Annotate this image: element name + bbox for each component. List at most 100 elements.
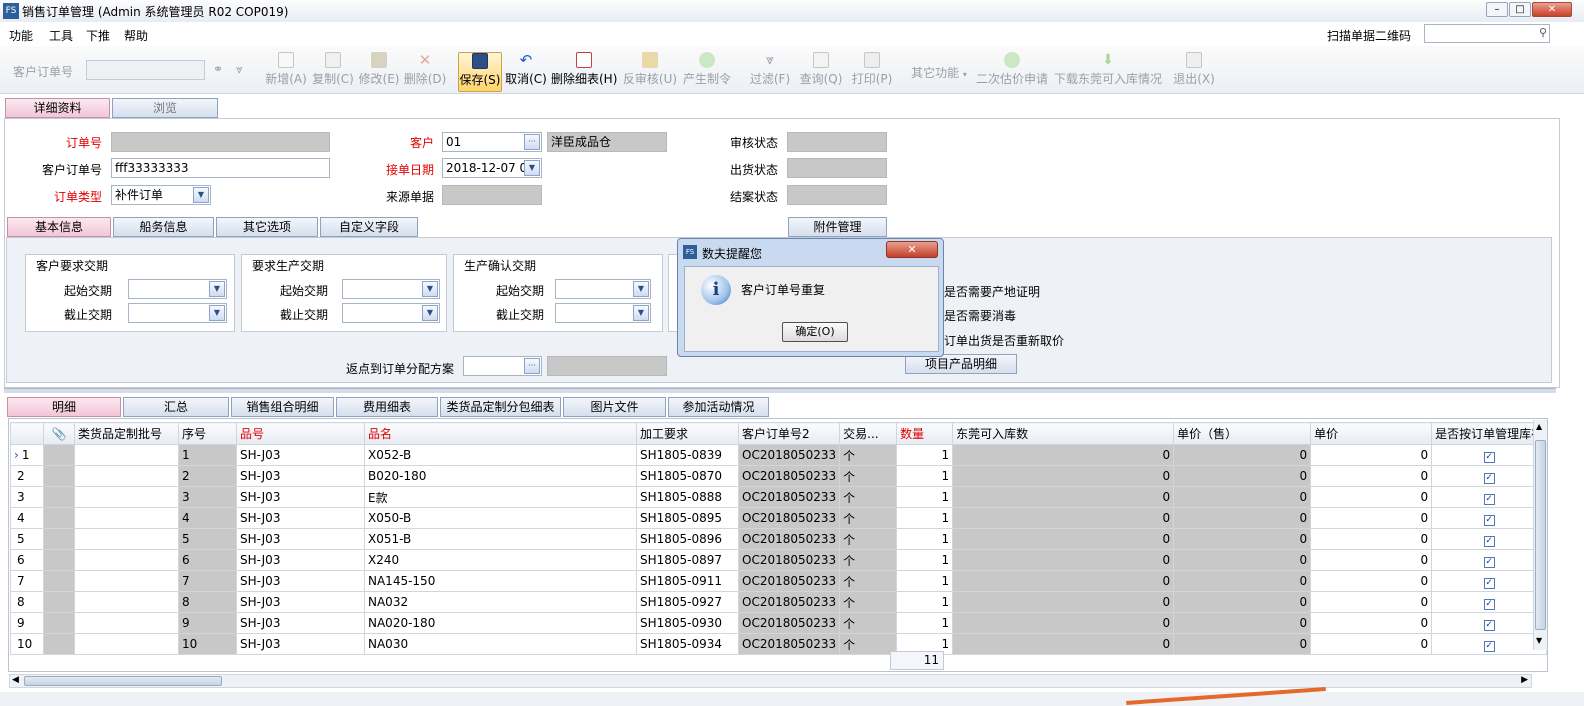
- cell-item-no[interactable]: SH-J03: [236, 486, 365, 508]
- customer-order-search-input[interactable]: [86, 60, 205, 80]
- chevron-down-icon[interactable]: ▼: [633, 305, 649, 321]
- end-date-field[interactable]: ▼: [555, 303, 651, 323]
- cell-seq[interactable]: 8: [178, 591, 237, 613]
- cell-batch[interactable]: [74, 591, 179, 613]
- tab-custom-subpack[interactable]: 类货品定制分包细表: [440, 397, 561, 417]
- tab-summary[interactable]: 汇总: [123, 397, 229, 417]
- cell-trade-unit[interactable]: 个: [839, 444, 898, 466]
- cell-batch[interactable]: [74, 528, 179, 550]
- cell-trade-unit[interactable]: 个: [839, 549, 898, 571]
- check-reprice-label[interactable]: 订单出货是否重新取价: [944, 332, 1064, 349]
- col-header-cust-order2[interactable]: 客户订单号2: [737, 422, 841, 445]
- start-date-field[interactable]: ▼: [128, 279, 227, 299]
- col-header-batch[interactable]: 类货品定制批号: [74, 422, 179, 445]
- cell-cust-order2[interactable]: OC2018050233: [737, 444, 841, 466]
- check-disinfect-label[interactable]: 是否需要消毒: [944, 307, 1016, 324]
- minimize-button[interactable]: –: [1486, 2, 1508, 17]
- cell-attachment[interactable]: [43, 612, 75, 634]
- col-header-order-stock[interactable]: 是否按订单管理库存: [1431, 422, 1548, 445]
- cell-order-stock[interactable]: ✓: [1431, 486, 1548, 508]
- col-header-processing[interactable]: 加工要求: [636, 422, 739, 445]
- cell-cust-order2[interactable]: OC2018050233: [737, 612, 841, 634]
- cell-sale-price[interactable]: 0: [1173, 612, 1312, 634]
- cell-sale-price[interactable]: 0: [1173, 507, 1312, 529]
- print-button[interactable]: 打印(P): [847, 52, 897, 92]
- project-products-button[interactable]: 项目产品明细: [905, 354, 1017, 374]
- cell-dg-stock[interactable]: 0: [952, 528, 1175, 550]
- cell-cust-order2[interactable]: OC2018050233: [737, 465, 841, 487]
- cell-sale-price[interactable]: 0: [1173, 444, 1312, 466]
- cell-item-name[interactable]: X050-B: [364, 507, 637, 529]
- table-row[interactable]: 2 2 SH-J03 B020-180 SH1805-0870 OC2018050233 个…: [10, 465, 1548, 487]
- download-dongguan-button[interactable]: ⬇ 下载东莞可入库情况: [1053, 52, 1163, 92]
- other-functions-button[interactable]: 其它功能 ▾: [906, 64, 972, 84]
- save-button[interactable]: 保存(S): [458, 52, 502, 92]
- search-icon[interactable]: ⚲: [1539, 26, 1547, 39]
- cell-seq[interactable]: 10: [178, 633, 237, 655]
- ellipsis-icon[interactable]: ···: [524, 134, 540, 150]
- chevron-down-icon[interactable]: ▼: [209, 305, 225, 321]
- cell-trade-unit[interactable]: 个: [839, 528, 898, 550]
- cell-item-no[interactable]: SH-J03: [236, 612, 365, 634]
- table-row[interactable]: 3 3 SH-J03 E款 SH1805-0888 OC2018050233 个 1 0 0 0 ✓: [10, 486, 1548, 508]
- customer-order-no-field[interactable]: fff33333333: [111, 158, 330, 178]
- cell-processing[interactable]: SH1805-0870: [636, 465, 739, 487]
- cell-sale-price[interactable]: 0: [1173, 591, 1312, 613]
- scroll-hthumb[interactable]: [24, 676, 222, 686]
- cell-trade-unit[interactable]: 个: [839, 591, 898, 613]
- order-type-select[interactable]: 补件订单 ▼: [111, 185, 211, 205]
- cell-dg-stock[interactable]: 0: [952, 444, 1175, 466]
- chevron-down-icon[interactable]: ▼: [209, 281, 225, 297]
- cell-seq[interactable]: 2: [178, 465, 237, 487]
- exit-button[interactable]: 退出(X): [1172, 52, 1216, 92]
- table-row[interactable]: 10 10 SH-J03 NA030 SH1805-0934 OC2018050233 个 1…: [10, 633, 1548, 655]
- cell-processing[interactable]: SH1805-0888: [636, 486, 739, 508]
- col-header-seq[interactable]: 序号: [178, 422, 237, 445]
- cell-cust-order2[interactable]: OC2018050233: [737, 486, 841, 508]
- maximize-button[interactable]: □: [1509, 2, 1531, 17]
- cell-seq[interactable]: 6: [178, 549, 237, 571]
- cell-order-stock[interactable]: ✓: [1431, 549, 1548, 571]
- cell-batch[interactable]: [74, 549, 179, 571]
- cell-item-name[interactable]: NA020-180: [364, 612, 637, 634]
- cell-dg-stock[interactable]: 0: [952, 570, 1175, 592]
- checkbox[interactable]: ✓: [1483, 535, 1495, 547]
- cell-batch[interactable]: [74, 486, 179, 508]
- col-header-sale-price[interactable]: 单价（售）: [1173, 422, 1312, 445]
- dialog-ok-button[interactable]: 确定(O): [782, 322, 848, 342]
- tab-custom-fields[interactable]: 自定义字段: [320, 217, 418, 237]
- cell-trade-unit[interactable]: 个: [839, 633, 898, 655]
- cell-seq[interactable]: 1: [178, 444, 237, 466]
- scroll-up-icon[interactable]: ▲: [1536, 422, 1542, 431]
- filter-check-icon[interactable]: ⩔: [236, 62, 243, 77]
- table-row[interactable]: › 1 1 SH-J03 X052-B SH1805-0839 OC2018050233 个 1…: [10, 444, 1548, 466]
- cell-dg-stock[interactable]: 0: [952, 612, 1175, 634]
- cell-seq[interactable]: 4: [178, 507, 237, 529]
- cell-sale-price[interactable]: 0: [1173, 486, 1312, 508]
- col-header-item-name[interactable]: 品名: [364, 422, 637, 445]
- cell-price[interactable]: 0: [1310, 444, 1433, 466]
- cell-attachment[interactable]: [43, 528, 75, 550]
- cell-trade-unit[interactable]: 个: [839, 507, 898, 529]
- col-header-item-no[interactable]: 品号: [236, 422, 365, 445]
- tab-other-options[interactable]: 其它选项: [216, 217, 318, 237]
- cell-cust-order2[interactable]: OC2018050233: [737, 507, 841, 529]
- cell-sale-price[interactable]: 0: [1173, 549, 1312, 571]
- col-header-price[interactable]: 单价: [1310, 422, 1433, 445]
- cell-attachment[interactable]: [43, 633, 75, 655]
- cell-order-stock[interactable]: ✓: [1431, 528, 1548, 550]
- cell-dg-stock[interactable]: 0: [952, 633, 1175, 655]
- cell-item-no[interactable]: SH-J03: [236, 465, 365, 487]
- cell-dg-stock[interactable]: 0: [952, 549, 1175, 571]
- cell-processing[interactable]: SH1805-0896: [636, 528, 739, 550]
- order-no-field[interactable]: [111, 132, 330, 152]
- cell-batch[interactable]: [74, 612, 179, 634]
- cell-seq[interactable]: 3: [178, 486, 237, 508]
- cell-attachment[interactable]: [43, 465, 75, 487]
- cell-sale-price[interactable]: 0: [1173, 633, 1312, 655]
- table-row[interactable]: 5 5 SH-J03 X051-B SH1805-0896 OC2018050233 个 1 0…: [10, 528, 1548, 550]
- table-row[interactable]: 8 8 SH-J03 NA032 SH1805-0927 OC2018050233 个 1 0 0…: [10, 591, 1548, 613]
- menu-function[interactable]: 功能: [9, 27, 33, 44]
- cell-quantity[interactable]: 1: [896, 570, 954, 592]
- end-date-field[interactable]: ▼: [128, 303, 227, 323]
